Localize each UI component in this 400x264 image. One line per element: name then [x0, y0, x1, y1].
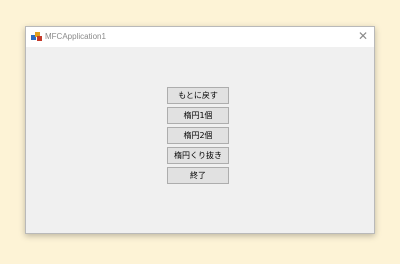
button-group: もとに戻す 楕円1個 楕円2個 楕円くり抜き 終了 [167, 87, 229, 187]
window-title: MFCApplication1 [45, 32, 106, 41]
title-bar[interactable]: MFCApplication1 ✕ [26, 27, 374, 47]
exit-button[interactable]: 終了 [167, 167, 229, 184]
ellipse-cutout-button[interactable]: 楕円くり抜き [167, 147, 229, 164]
undo-button[interactable]: もとに戻す [167, 87, 229, 104]
mfc-app-icon [31, 32, 42, 41]
app-window: MFCApplication1 ✕ もとに戻す 楕円1個 楕円2個 楕円くり抜き… [25, 26, 375, 234]
ellipse-one-button[interactable]: 楕円1個 [167, 107, 229, 124]
close-icon[interactable]: ✕ [358, 30, 368, 42]
ellipse-two-button[interactable]: 楕円2個 [167, 127, 229, 144]
